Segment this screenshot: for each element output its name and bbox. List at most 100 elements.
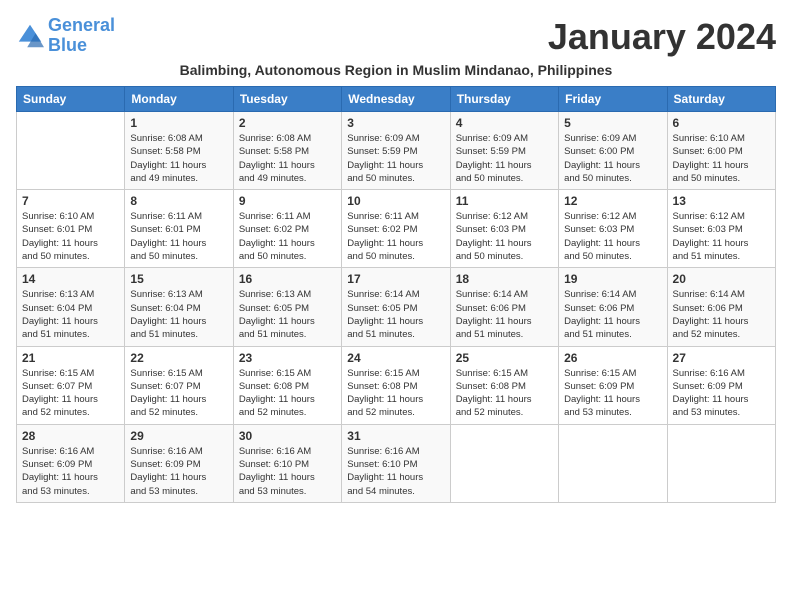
calendar-cell: 1Sunrise: 6:08 AM Sunset: 5:58 PM Daylig… — [125, 112, 233, 190]
logo-line2: Blue — [48, 35, 87, 55]
week-row-2: 7 Sunrise: 6:10 AM Sunset: 6:01 PM Daylig… — [17, 190, 776, 268]
calendar-cell: 19 Sunrise: 6:14 AM Sunset: 6:06 PM Dayli… — [559, 268, 667, 346]
day-header-monday: Monday — [125, 87, 233, 112]
calendar-cell: 21 Sunrise: 6:15 AM Sunset: 6:07 PM Dayli… — [17, 346, 125, 424]
calendar-cell: 24Sunrise: 6:15 AM Sunset: 6:08 PM Dayli… — [342, 346, 450, 424]
calendar-cell: 7 Sunrise: 6:10 AM Sunset: 6:01 PM Daylig… — [17, 190, 125, 268]
day-detail: Sunrise: 6:10 AM Sunset: 6:01 PM Dayligh… — [22, 210, 119, 263]
day-header-wednesday: Wednesday — [342, 87, 450, 112]
day-number: 5 — [564, 116, 661, 130]
day-detail: Sunrise: 6:16 AM Sunset: 6:09 PM Dayligh… — [22, 445, 119, 498]
calendar-cell: 6 Sunrise: 6:10 AM Sunset: 6:00 PM Daylig… — [667, 112, 775, 190]
day-detail: Sunrise: 6:09 AM Sunset: 5:59 PM Dayligh… — [347, 132, 444, 185]
week-row-4: 21 Sunrise: 6:15 AM Sunset: 6:07 PM Dayli… — [17, 346, 776, 424]
days-header-row: SundayMondayTuesdayWednesdayThursdayFrid… — [17, 87, 776, 112]
day-number: 2 — [239, 116, 336, 130]
day-number: 27 — [673, 351, 770, 365]
day-detail: Sunrise: 6:15 AM Sunset: 6:08 PM Dayligh… — [456, 367, 553, 420]
day-detail: Sunrise: 6:08 AM Sunset: 5:58 PM Dayligh… — [130, 132, 227, 185]
calendar-cell: 28 Sunrise: 6:16 AM Sunset: 6:09 PM Dayli… — [17, 424, 125, 502]
day-number: 25 — [456, 351, 553, 365]
calendar-cell: 15 Sunrise: 6:13 AM Sunset: 6:04 PM Dayli… — [125, 268, 233, 346]
day-detail: Sunrise: 6:16 AM Sunset: 6:09 PM Dayligh… — [673, 367, 770, 420]
day-number: 6 — [673, 116, 770, 130]
day-detail: Sunrise: 6:10 AM Sunset: 6:00 PM Dayligh… — [673, 132, 770, 185]
day-detail: Sunrise: 6:14 AM Sunset: 6:06 PM Dayligh… — [673, 288, 770, 341]
day-detail: Sunrise: 6:16 AM Sunset: 6:10 PM Dayligh… — [347, 445, 444, 498]
day-number: 28 — [22, 429, 119, 443]
day-detail: Sunrise: 6:12 AM Sunset: 6:03 PM Dayligh… — [456, 210, 553, 263]
calendar-cell: 3 Sunrise: 6:09 AM Sunset: 5:59 PM Daylig… — [342, 112, 450, 190]
calendar-cell: 12 Sunrise: 6:12 AM Sunset: 6:03 PM Dayli… — [559, 190, 667, 268]
calendar-cell: 20Sunrise: 6:14 AM Sunset: 6:06 PM Dayli… — [667, 268, 775, 346]
calendar-cell: 9 Sunrise: 6:11 AM Sunset: 6:02 PM Daylig… — [233, 190, 341, 268]
day-detail: Sunrise: 6:09 AM Sunset: 6:00 PM Dayligh… — [564, 132, 661, 185]
day-detail: Sunrise: 6:11 AM Sunset: 6:01 PM Dayligh… — [130, 210, 227, 263]
day-number: 26 — [564, 351, 661, 365]
day-detail: Sunrise: 6:11 AM Sunset: 6:02 PM Dayligh… — [347, 210, 444, 263]
calendar-cell — [559, 424, 667, 502]
day-number: 3 — [347, 116, 444, 130]
calendar-cell: 16Sunrise: 6:13 AM Sunset: 6:05 PM Dayli… — [233, 268, 341, 346]
week-row-1: 1Sunrise: 6:08 AM Sunset: 5:58 PM Daylig… — [17, 112, 776, 190]
calendar-cell: 5 Sunrise: 6:09 AM Sunset: 6:00 PM Daylig… — [559, 112, 667, 190]
week-row-5: 28 Sunrise: 6:16 AM Sunset: 6:09 PM Dayli… — [17, 424, 776, 502]
day-detail: Sunrise: 6:12 AM Sunset: 6:03 PM Dayligh… — [564, 210, 661, 263]
day-number: 29 — [130, 429, 227, 443]
day-number: 24 — [347, 351, 444, 365]
day-detail: Sunrise: 6:15 AM Sunset: 6:09 PM Dayligh… — [564, 367, 661, 420]
day-detail: Sunrise: 6:11 AM Sunset: 6:02 PM Dayligh… — [239, 210, 336, 263]
day-detail: Sunrise: 6:14 AM Sunset: 6:06 PM Dayligh… — [564, 288, 661, 341]
day-number: 23 — [239, 351, 336, 365]
calendar-cell: 31Sunrise: 6:16 AM Sunset: 6:10 PM Dayli… — [342, 424, 450, 502]
calendar-cell — [450, 424, 558, 502]
day-detail: Sunrise: 6:13 AM Sunset: 6:04 PM Dayligh… — [22, 288, 119, 341]
day-detail: Sunrise: 6:12 AM Sunset: 6:03 PM Dayligh… — [673, 210, 770, 263]
week-row-3: 14 Sunrise: 6:13 AM Sunset: 6:04 PM Dayli… — [17, 268, 776, 346]
day-number: 7 — [22, 194, 119, 208]
day-detail: Sunrise: 6:14 AM Sunset: 6:05 PM Dayligh… — [347, 288, 444, 341]
day-detail: Sunrise: 6:16 AM Sunset: 6:10 PM Dayligh… — [239, 445, 336, 498]
logo-icon — [16, 22, 44, 50]
calendar-cell: 11Sunrise: 6:12 AM Sunset: 6:03 PM Dayli… — [450, 190, 558, 268]
day-detail: Sunrise: 6:08 AM Sunset: 5:58 PM Dayligh… — [239, 132, 336, 185]
calendar-cell: 26 Sunrise: 6:15 AM Sunset: 6:09 PM Dayli… — [559, 346, 667, 424]
day-header-tuesday: Tuesday — [233, 87, 341, 112]
calendar-cell: 22 Sunrise: 6:15 AM Sunset: 6:07 PM Dayli… — [125, 346, 233, 424]
day-number: 30 — [239, 429, 336, 443]
day-number: 18 — [456, 272, 553, 286]
day-number: 12 — [564, 194, 661, 208]
subtitle: Balimbing, Autonomous Region in Muslim M… — [16, 62, 776, 78]
month-title: January 2024 — [548, 16, 776, 58]
header: General Blue January 2024 — [16, 16, 776, 58]
day-number: 13 — [673, 194, 770, 208]
calendar-cell: 27 Sunrise: 6:16 AM Sunset: 6:09 PM Dayli… — [667, 346, 775, 424]
logo-line1: General — [48, 15, 115, 35]
day-number: 15 — [130, 272, 227, 286]
day-detail: Sunrise: 6:13 AM Sunset: 6:04 PM Dayligh… — [130, 288, 227, 341]
calendar-cell: 25 Sunrise: 6:15 AM Sunset: 6:08 PM Dayli… — [450, 346, 558, 424]
day-detail: Sunrise: 6:13 AM Sunset: 6:05 PM Dayligh… — [239, 288, 336, 341]
day-number: 14 — [22, 272, 119, 286]
day-header-friday: Friday — [559, 87, 667, 112]
day-detail: Sunrise: 6:15 AM Sunset: 6:08 PM Dayligh… — [239, 367, 336, 420]
day-header-sunday: Sunday — [17, 87, 125, 112]
calendar-cell — [17, 112, 125, 190]
day-number: 22 — [130, 351, 227, 365]
calendar-cell — [667, 424, 775, 502]
day-header-saturday: Saturday — [667, 87, 775, 112]
calendar-table: SundayMondayTuesdayWednesdayThursdayFrid… — [16, 86, 776, 503]
day-number: 4 — [456, 116, 553, 130]
day-number: 21 — [22, 351, 119, 365]
calendar-cell: 4Sunrise: 6:09 AM Sunset: 5:59 PM Daylig… — [450, 112, 558, 190]
calendar-cell: 10 Sunrise: 6:11 AM Sunset: 6:02 PM Dayli… — [342, 190, 450, 268]
calendar-cell: 8Sunrise: 6:11 AM Sunset: 6:01 PM Daylig… — [125, 190, 233, 268]
calendar-cell: 17Sunrise: 6:14 AM Sunset: 6:05 PM Dayli… — [342, 268, 450, 346]
day-number: 10 — [347, 194, 444, 208]
day-number: 9 — [239, 194, 336, 208]
day-number: 19 — [564, 272, 661, 286]
day-detail: Sunrise: 6:15 AM Sunset: 6:07 PM Dayligh… — [22, 367, 119, 420]
day-detail: Sunrise: 6:15 AM Sunset: 6:07 PM Dayligh… — [130, 367, 227, 420]
calendar-cell: 2 Sunrise: 6:08 AM Sunset: 5:58 PM Daylig… — [233, 112, 341, 190]
calendar-cell: 18Sunrise: 6:14 AM Sunset: 6:06 PM Dayli… — [450, 268, 558, 346]
